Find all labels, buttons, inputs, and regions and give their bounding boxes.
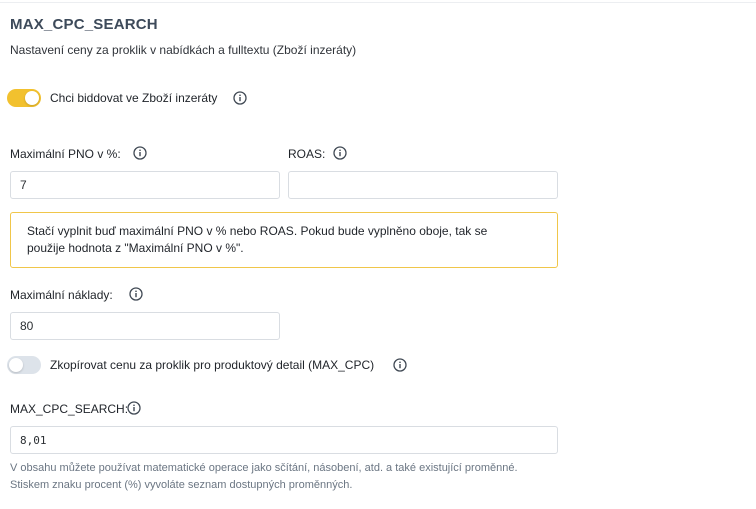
toggle-knob [25, 91, 39, 105]
roas-input[interactable] [288, 171, 558, 199]
info-icon[interactable] [133, 146, 147, 160]
top-divider [0, 2, 756, 3]
expression-help-text: V obsahu můžete používat matematické ope… [10, 460, 518, 494]
notice-line-1: Stačí vyplnit buď maximální PNO v % nebo… [27, 224, 488, 238]
notice-line-2: použije hodnota z "Maximální PNO v %". [27, 241, 244, 255]
max-cost-input-value: 80 [20, 319, 34, 333]
max-cpc-search-input-value: 8,01 [20, 433, 47, 447]
section-subtitle: Nastavení ceny za proklik v nabídkách a … [10, 43, 357, 57]
info-icon[interactable] [127, 401, 141, 415]
section-title: MAX_CPC_SEARCH [10, 16, 158, 33]
copy-toggle-label: Zkopírovat cenu za proklik pro produktov… [50, 358, 375, 372]
max-cost-label: Maximální náklady: [10, 288, 113, 302]
pno-input[interactable]: 7 [10, 171, 280, 199]
copy-max-cpc-toggle[interactable] [7, 356, 41, 374]
info-icon[interactable] [233, 91, 247, 105]
info-icon[interactable] [333, 146, 347, 160]
info-icon[interactable] [393, 358, 407, 372]
info-icon[interactable] [129, 287, 143, 301]
help-line-2: Stiskem znaku procent (%) vyvoláte sezna… [10, 479, 353, 491]
pno-roas-notice: Stačí vyplnit buď maximální PNO v % nebo… [10, 212, 558, 268]
help-line-1: V obsahu můžete používat matematické ope… [10, 462, 518, 474]
max-cost-input[interactable]: 80 [10, 312, 280, 340]
max-cpc-search-input[interactable]: 8,01 [10, 426, 558, 454]
bid-toggle-label: Chci biddovat ve Zboží inzeráty [50, 91, 218, 105]
roas-label: ROAS: [288, 147, 326, 161]
pno-input-value: 7 [20, 178, 27, 192]
pno-label: Maximální PNO v %: [10, 147, 121, 161]
toggle-knob [9, 358, 23, 372]
max-cpc-search-label: MAX_CPC_SEARCH: [10, 402, 129, 416]
bid-toggle[interactable] [7, 89, 41, 107]
